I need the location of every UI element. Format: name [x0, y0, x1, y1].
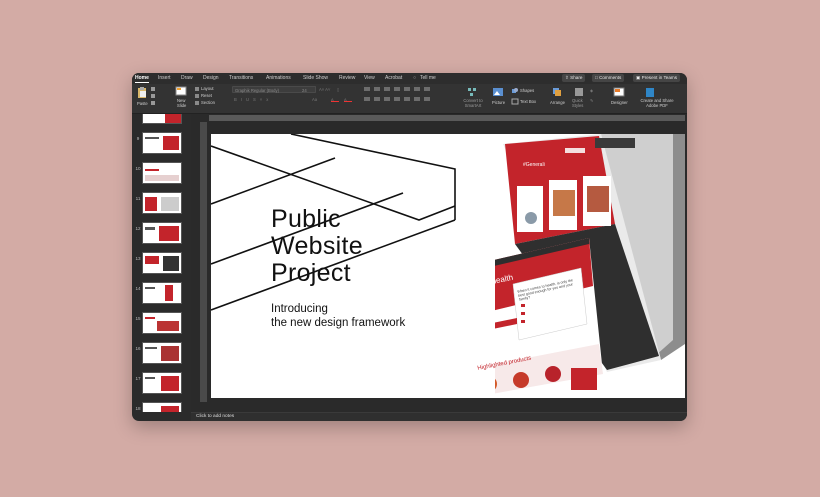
arrange-icon[interactable]: [552, 87, 562, 97]
adobe-pdf-icon[interactable]: [645, 87, 655, 97]
thumbnail-number: 11: [135, 196, 141, 201]
notes-pane[interactable]: Click to add notes: [191, 412, 687, 421]
new-slide-icon[interactable]: [175, 86, 187, 97]
font-size-select[interactable]: 24: [300, 86, 316, 93]
slide-thumbnail-pane[interactable]: 9 10 11 12 13 14 15 16 17 18: [132, 114, 191, 412]
tab-insert[interactable]: Insert: [158, 75, 171, 81]
slide-thumbnail[interactable]: [142, 402, 182, 412]
ribbon-tabs: Home Insert Draw Design Transitions Anim…: [132, 73, 687, 84]
lightbulb-icon: ○: [413, 75, 417, 81]
thumbnail-number: 13: [135, 256, 141, 261]
slide-thumbnail[interactable]: [142, 252, 182, 274]
slide-editor: Public Website Project Introducing the n…: [191, 114, 687, 412]
slide-thumbnail[interactable]: [142, 162, 182, 184]
slide-title[interactable]: Public Website Project: [271, 206, 363, 287]
section-icon: [195, 101, 199, 105]
reset-button[interactable]: Reset: [201, 93, 212, 98]
case-icon[interactable]: Aa: [312, 97, 317, 102]
font-grow-icon[interactable]: A˄ A˅: [319, 87, 330, 92]
thumbnail-number: 10: [135, 166, 141, 171]
slide-thumbnail[interactable]: [142, 342, 182, 364]
paragraph-tools-icon[interactable]: [364, 87, 449, 107]
create-share-pdf-button[interactable]: Create and Share Adobe PDF: [637, 98, 677, 108]
layout-button[interactable]: Layout: [201, 86, 214, 91]
reset-icon: [195, 94, 199, 98]
slide-thumbnail[interactable]: [142, 192, 182, 214]
shapes-button[interactable]: Shapes: [520, 88, 534, 93]
slide-thumbnail[interactable]: [142, 132, 182, 154]
slide-thumbnail[interactable]: [142, 114, 182, 124]
shape-outline-icon[interactable]: ✎: [590, 98, 594, 103]
thumbnail-number: 17: [135, 376, 141, 381]
tab-slide-show[interactable]: Slide Show: [303, 75, 328, 81]
active-tab-indicator: [135, 82, 149, 83]
tab-draw[interactable]: Draw: [181, 75, 193, 81]
arrange-button[interactable]: Arrange: [550, 100, 565, 105]
comments-label: Comments: [599, 75, 622, 80]
picture-icon[interactable]: [492, 87, 504, 97]
subtitle-line: the new design framework: [271, 317, 406, 329]
slide-thumbnail[interactable]: [142, 312, 182, 334]
thumbnail-number: 9: [136, 136, 140, 141]
shape-fill-icon[interactable]: ◈: [590, 88, 593, 93]
tab-view[interactable]: View: [364, 75, 375, 81]
clear-format-icon[interactable]: ▯: [337, 87, 339, 92]
tab-transitions[interactable]: Transitions: [229, 75, 253, 81]
quick-styles-icon[interactable]: [574, 87, 584, 97]
designer-icon[interactable]: [613, 87, 625, 97]
slide-subtitle[interactable]: Introducing the new design framework: [271, 302, 405, 330]
clipboard-tools-icon[interactable]: [151, 87, 156, 107]
mockup-tag: #Generali: [523, 162, 545, 168]
smartart-icon[interactable]: [467, 87, 477, 97]
section-button[interactable]: Section: [201, 100, 215, 105]
comments-button[interactable]: □ Comments: [592, 74, 625, 82]
tab-review[interactable]: Review: [339, 75, 355, 81]
title-line: Website: [271, 232, 363, 260]
share-button[interactable]: ⇧ Share: [562, 74, 586, 82]
thumbnail-number: 14: [135, 286, 141, 291]
tab-animations[interactable]: Animations: [266, 75, 291, 81]
slide-canvas[interactable]: Public Website Project Introducing the n…: [211, 134, 685, 398]
layout-icon: [195, 87, 199, 91]
tab-acrobat[interactable]: Acrobat: [385, 75, 402, 81]
title-line: Public: [271, 205, 341, 233]
highlight-color-icon[interactable]: A: [331, 97, 339, 102]
subtitle-line: Introducing: [271, 303, 328, 315]
notes-placeholder[interactable]: Click to add notes: [196, 414, 234, 420]
ribbon-home: Paste New Slide Layout Reset Section Gra…: [132, 84, 687, 114]
quick-styles-button[interactable]: Quick Styles: [572, 98, 586, 108]
shapes-icon[interactable]: [511, 87, 519, 94]
thumbnail-number: 12: [135, 226, 141, 231]
thumbnail-number: 16: [135, 346, 141, 351]
thumbnail-number: 18: [135, 406, 141, 411]
text-box-button[interactable]: Text Box: [520, 99, 536, 104]
slide-thumbnail[interactable]: [142, 372, 182, 394]
present-label: Present in Teams: [641, 75, 678, 80]
new-slide-label: New Slide: [177, 98, 187, 108]
slide-thumbnail[interactable]: [142, 282, 182, 304]
present-in-teams-button[interactable]: ▣ Present in Teams: [633, 74, 681, 82]
title-line: Project: [271, 259, 351, 287]
font-style-buttons[interactable]: BIUS×x: [234, 97, 272, 102]
powerpoint-window: Home Insert Draw Design Transitions Anim…: [132, 73, 687, 421]
share-label: Share: [570, 75, 583, 80]
thumbnail-number: 15: [135, 316, 141, 321]
paste-icon[interactable]: [137, 86, 147, 98]
tab-home[interactable]: Home: [135, 75, 149, 81]
font-color-icon[interactable]: A: [344, 97, 352, 102]
paste-label: Paste: [137, 101, 148, 106]
horizontal-ruler: [209, 115, 685, 121]
convert-smartart-button[interactable]: Convert to SmartArt: [461, 98, 485, 108]
picture-button[interactable]: Picture: [492, 100, 505, 105]
website-mockup-image: #Generali Generali health and care When …: [459, 134, 685, 398]
text-box-icon[interactable]: [511, 98, 519, 105]
vertical-ruler: [200, 122, 207, 402]
slide-thumbnail[interactable]: [142, 222, 182, 244]
tab-design[interactable]: Design: [203, 75, 219, 81]
designer-button[interactable]: Designer: [611, 100, 628, 105]
tell-me-search[interactable]: Tell me: [420, 75, 436, 81]
